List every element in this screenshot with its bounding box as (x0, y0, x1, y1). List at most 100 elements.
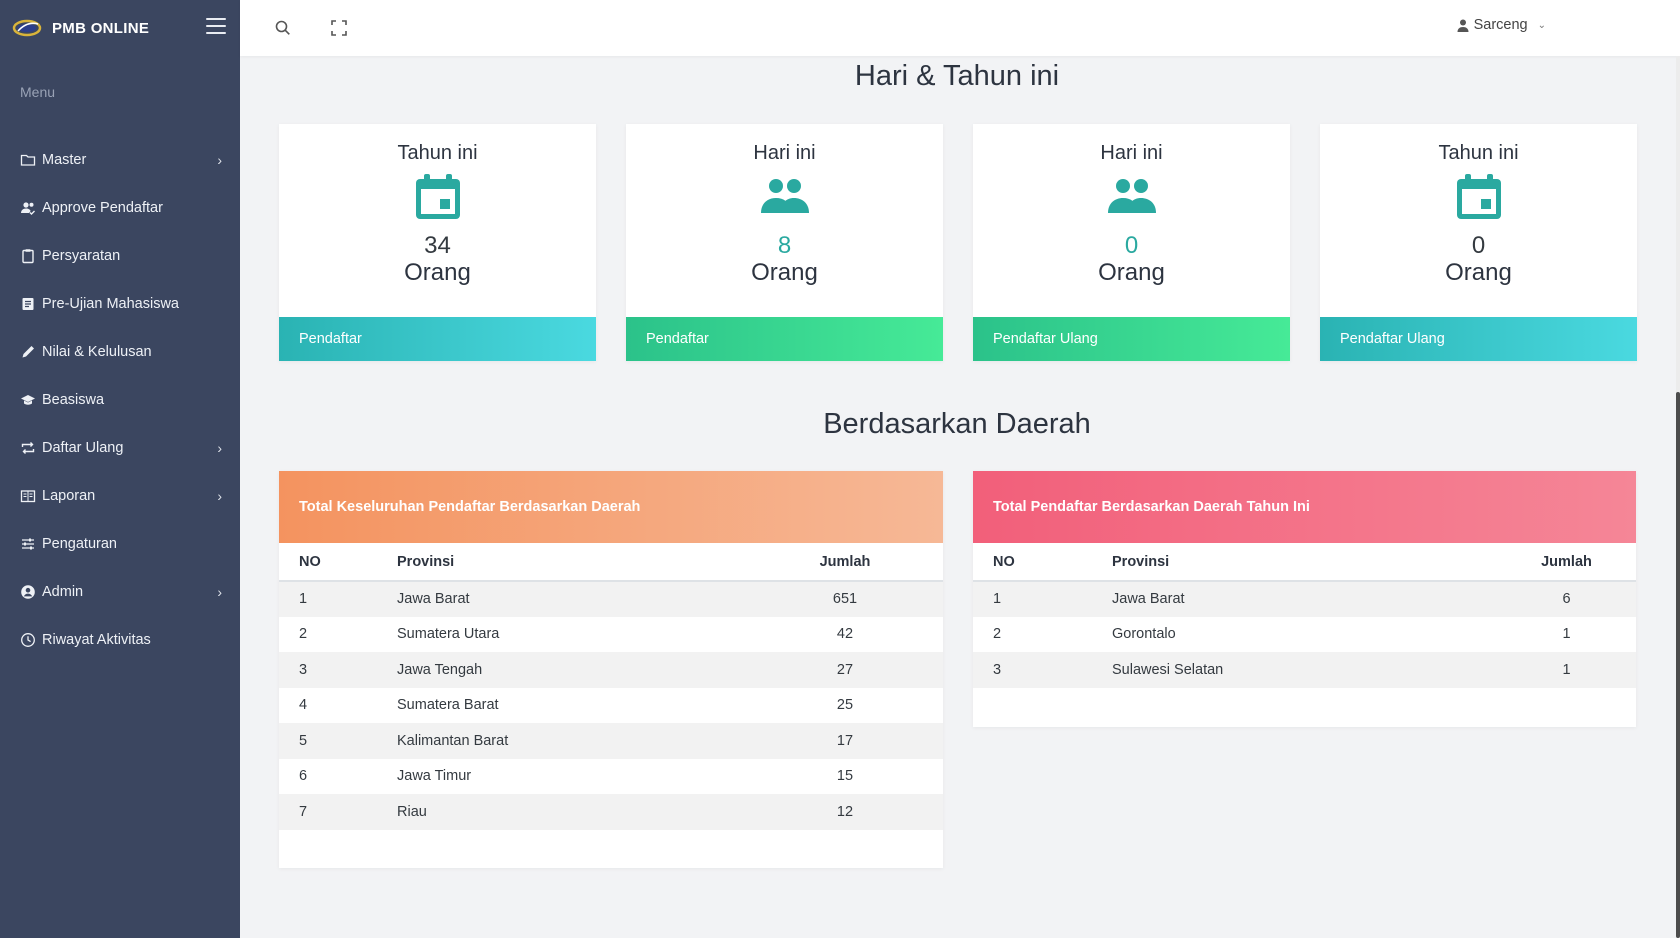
stat-unit: Orang (1098, 259, 1165, 286)
cell-provinsi: Jawa Barat (397, 581, 747, 617)
stat-heading: Hari ini (753, 142, 816, 164)
cell-jumlah: 12 (747, 794, 943, 830)
calendar-icon (1456, 174, 1501, 219)
sidebar-item-master[interactable]: Master › (0, 136, 240, 184)
sidebar-menu: Master › Approve Pendaftar Persyaratan P… (0, 136, 240, 664)
table-header-row: NO Provinsi Jumlah (973, 543, 1636, 582)
section-title-by-region: Berdasarkan Daerah (823, 408, 1091, 440)
sidebar-item-nilai-kelulusan[interactable]: Nilai & Kelulusan (0, 328, 240, 376)
sidebar-item-persyaratan[interactable]: Persyaratan (0, 232, 240, 280)
cell-no: 5 (279, 723, 397, 759)
cell-jumlah: 6 (1497, 581, 1636, 617)
brand-logo-icon (12, 19, 42, 37)
cell-no: 2 (299, 626, 308, 643)
cell-provinsi: Kalimantan Barat (397, 723, 747, 759)
table-row: 1 Jawa Barat 6 (973, 581, 1636, 617)
cell-no: 1 (973, 581, 1112, 617)
table-row: 5 Kalimantan Barat 17 (279, 723, 943, 759)
column-header-jumlah: Jumlah (747, 543, 943, 582)
users-check-icon (21, 202, 35, 215)
table-row: 2 Sumatera Utara 42 (279, 617, 943, 653)
table-row: 3 Jawa Tengah 27 (279, 652, 943, 688)
stat-unit: Orang (404, 259, 471, 286)
cell-provinsi: Jawa Timur (397, 768, 472, 785)
clipboard-icon (22, 249, 34, 264)
sidebar-item-label: Nilai & Kelulusan (42, 344, 152, 360)
sidebar-item-pre-ujian-mahasiswa[interactable]: Pre-Ujian Mahasiswa (0, 280, 240, 328)
stat-footer[interactable]: Pendaftar Ulang (1320, 317, 1637, 361)
sidebar-item-label: Admin (42, 584, 84, 600)
cell-no: 3 (973, 652, 1112, 688)
scrollbar-thumb[interactable] (1676, 392, 1680, 938)
stat-heading: Tahun ini (1438, 142, 1519, 164)
column-header-provinsi: Provinsi (397, 543, 747, 582)
cell-no: 4 (299, 697, 308, 714)
book-icon (20, 490, 36, 503)
stat-footer[interactable]: Pendaftar (626, 317, 943, 361)
stat-unit: Orang (751, 259, 818, 286)
column-header-provinsi: Provinsi (1112, 543, 1497, 582)
chevron-right-icon: › (217, 152, 222, 168)
cell-provinsi: Riau (397, 794, 747, 830)
stat-value: 0 (1471, 232, 1486, 259)
cell-no: 7 (279, 794, 397, 830)
sidebar-item-beasiswa[interactable]: Beasiswa (0, 376, 240, 424)
cell-provinsi: Sumatera Barat (397, 697, 499, 714)
chevron-down-icon: ⌄ (1537, 19, 1546, 31)
cell-no: 6 (299, 768, 308, 785)
topbar: Sarceng ⌄ (240, 0, 1680, 56)
sidebar-item-pengaturan[interactable]: Pengaturan (0, 520, 240, 568)
sidebar: PMB ONLINE Menu Master › Approve Pendaft… (0, 0, 240, 938)
stat-card: Hari ini 0 Orang Pendaftar Ulang (973, 124, 1290, 361)
cell-provinsi: Sumatera Utara (397, 626, 500, 643)
stat-footer[interactable]: Pendaftar (279, 317, 596, 361)
stat-footer[interactable]: Pendaftar Ulang (973, 317, 1290, 361)
sidebar-item-label: Pre-Ujian Mahasiswa (42, 296, 179, 312)
sidebar-item-riwayat-aktivitas[interactable]: Riwayat Aktivitas (0, 616, 240, 664)
column-header-jumlah: Jumlah (1497, 543, 1636, 582)
table-header-row: NO Provinsi Jumlah (279, 543, 943, 582)
users-icon (1107, 179, 1156, 213)
menu-heading: Menu (20, 84, 56, 100)
table-row: 1 Jawa Barat 651 (279, 581, 943, 617)
cell-no: 3 (279, 652, 397, 688)
stat-value: 8 (777, 232, 792, 259)
fullscreen-icon[interactable] (330, 19, 348, 37)
sidebar-item-label: Laporan (42, 488, 96, 504)
cell-jumlah: 27 (747, 652, 943, 688)
sidebar-item-label: Pengaturan (42, 536, 117, 552)
pencil-icon (22, 346, 34, 358)
chevron-right-icon: › (217, 584, 222, 600)
search-icon[interactable] (274, 19, 292, 37)
column-header-no: NO (973, 543, 1112, 582)
sidebar-item-label: Master (42, 152, 87, 168)
region-total-card: Total Keseluruhan Pendaftar Berdasarkan … (279, 471, 943, 868)
table-row: 2 Gorontalo 1 (973, 617, 1636, 653)
stat-card: Tahun ini 34 Orang Pendaftar (279, 124, 596, 361)
sidebar-item-daftar-ulang[interactable]: Daftar Ulang › (0, 424, 240, 472)
table-row: 6 Jawa Timur 15 (279, 759, 943, 795)
stat-heading: Tahun ini (397, 142, 478, 164)
region-total-table: NO Provinsi Jumlah 1 Jawa Barat 651 2 Sumat… (279, 543, 943, 830)
stat-card: Tahun ini 0 Orang Pendaftar Ulang (1320, 124, 1637, 361)
table-title: Total Keseluruhan Pendaftar Berdasarkan … (279, 471, 943, 543)
user-menu[interactable]: Sarceng ⌄ (1457, 17, 1546, 33)
app-title: PMB ONLINE (52, 19, 150, 37)
menu-toggle-icon[interactable] (206, 18, 226, 36)
graduation-cap-icon (21, 395, 35, 405)
cell-jumlah: 15 (836, 768, 854, 785)
table-title: Total Pendaftar Berdasarkan Daerah Tahun… (973, 471, 1636, 543)
repeat-icon (21, 442, 35, 454)
sidebar-item-admin[interactable]: Admin › (0, 568, 240, 616)
cell-jumlah: 1 (1497, 652, 1636, 688)
table-row: 3 Sulawesi Selatan 1 (973, 652, 1636, 688)
sidebar-item-approve-pendaftar[interactable]: Approve Pendaftar (0, 184, 240, 232)
cell-provinsi: Sulawesi Selatan (1112, 652, 1497, 688)
user-name: Sarceng (1473, 17, 1528, 33)
cell-no: 2 (993, 626, 1002, 643)
sidebar-item-laporan[interactable]: Laporan › (0, 472, 240, 520)
stat-value: 34 (424, 232, 451, 259)
users-icon (760, 179, 809, 213)
chevron-right-icon: › (217, 488, 222, 504)
brand[interactable]: PMB ONLINE (0, 0, 240, 56)
